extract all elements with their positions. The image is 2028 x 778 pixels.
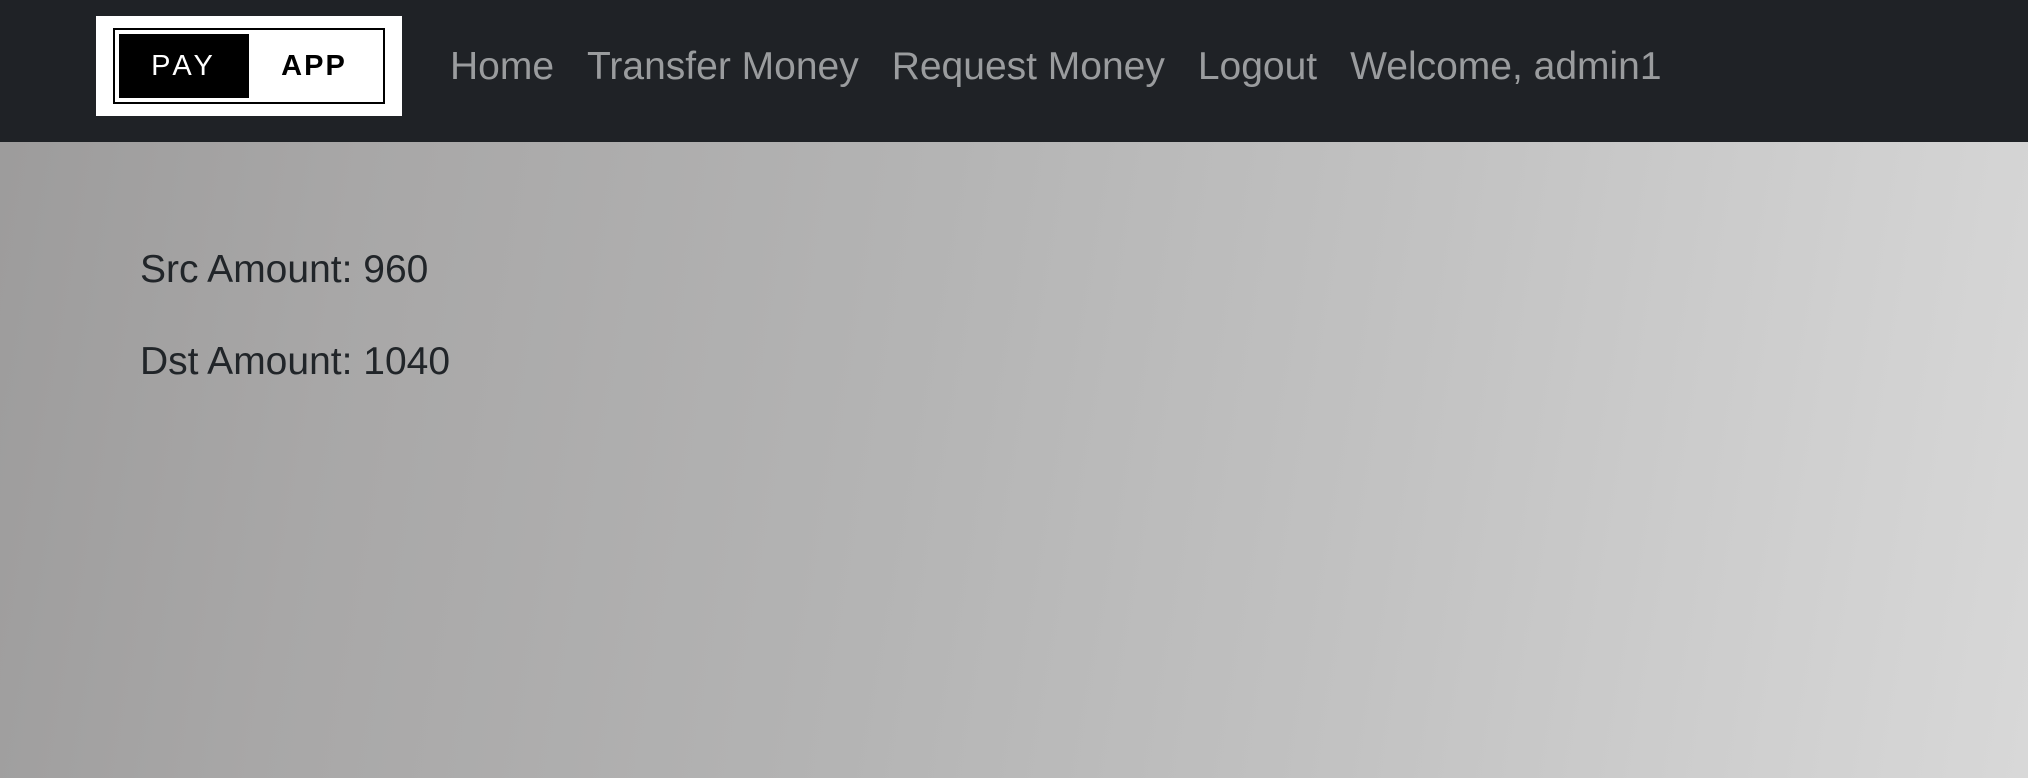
welcome-text: Welcome, admin1 [1350, 45, 1662, 88]
src-amount-text: Src Amount: 960 [140, 248, 429, 291]
main-content: Src Amount: 960 Dst Amount: 1040 [140, 242, 450, 390]
brand-logo-app: APP [281, 49, 347, 82]
nav-transfer-money-link[interactable]: Transfer Money [587, 45, 859, 89]
top-navbar: PAY APP Home Transfer Money Request Mone… [0, 0, 2028, 142]
dst-amount-text: Dst Amount: 1040 [140, 340, 451, 383]
brand-logo-pay: PAY [119, 34, 249, 98]
nav-links: Home Transfer Money Request Money Logout… [450, 0, 1662, 134]
brand-logo-frame: PAY APP [113, 28, 385, 104]
nav-logout-link[interactable]: Logout [1198, 45, 1317, 89]
brand-logo[interactable]: PAY APP [96, 16, 402, 116]
nav-request-money-link[interactable]: Request Money [892, 45, 1165, 89]
nav-home-link[interactable]: Home [450, 45, 554, 89]
